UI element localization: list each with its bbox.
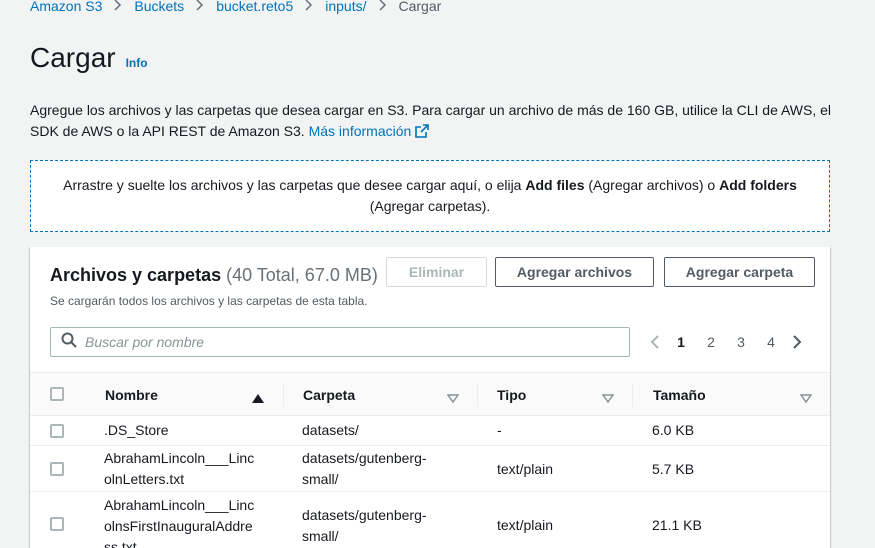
files-panel: Archivos y carpetas (40 Total, 67.0 MB) … bbox=[30, 247, 830, 548]
table-row[interactable]: .DS_Store datasets/ - 6.0 KB bbox=[30, 416, 830, 446]
cell-folder: datasets/ bbox=[302, 422, 359, 438]
drop-zone[interactable]: Arrastre y suelte los archivos y las car… bbox=[30, 160, 830, 232]
page-title: Cargar bbox=[30, 42, 116, 73]
description-text: Agregue los archivos y las carpetas que … bbox=[30, 102, 832, 139]
cell-folder-line-1: datasets/gutenberg- bbox=[302, 450, 427, 466]
chevron-right-icon bbox=[378, 0, 387, 14]
drop-zone-add-files: Add files bbox=[525, 177, 585, 193]
page-header: Cargar Info bbox=[30, 42, 148, 74]
table-row[interactable]: AbrahamLincoln___Linc olnLetters.txt dat… bbox=[30, 446, 830, 492]
drop-zone-add-folders: Add folders bbox=[719, 177, 797, 193]
breadcrumb-bucket[interactable]: bucket.reto5 bbox=[216, 0, 293, 14]
breadcrumb-inputs[interactable]: inputs/ bbox=[325, 0, 366, 14]
sort-icon[interactable] bbox=[601, 390, 615, 408]
cell-name-line-1: AbrahamLincoln___Linc bbox=[104, 450, 255, 466]
sort-icon[interactable] bbox=[799, 390, 813, 408]
files-panel-header: Archivos y carpetas (40 Total, 67.0 MB) bbox=[50, 265, 378, 286]
sort-ascending-icon[interactable] bbox=[252, 390, 264, 408]
files-panel-subtitle: Se cargarán todos los archivos y las car… bbox=[50, 294, 368, 308]
breadcrumb-buckets[interactable]: Buckets bbox=[134, 0, 184, 14]
drop-zone-text-2: (Agregar archivos) o bbox=[588, 177, 716, 193]
row-checkbox[interactable] bbox=[50, 424, 64, 438]
next-page-icon[interactable] bbox=[786, 330, 808, 354]
add-files-button[interactable]: Agregar archivos bbox=[495, 257, 654, 287]
breadcrumb: Amazon S3 Buckets bucket.reto5 inputs/ C… bbox=[30, 0, 441, 16]
cell-name-line-2: olnsFirstInauguralAddre bbox=[104, 518, 253, 534]
sort-icon[interactable] bbox=[446, 390, 460, 408]
column-folder[interactable]: Carpeta bbox=[303, 373, 355, 417]
cell-size: 6.0 KB bbox=[652, 422, 695, 438]
drop-zone-text-3: (Agregar carpetas). bbox=[369, 198, 491, 214]
page-description: Agregue los archivos y las carpetas que … bbox=[30, 100, 840, 144]
column-divider bbox=[632, 383, 633, 407]
column-divider bbox=[283, 383, 284, 407]
page-4[interactable]: 4 bbox=[756, 334, 786, 350]
cell-name-line-1: AbrahamLincoln___Linc bbox=[104, 497, 255, 513]
files-table: Nombre Carpeta Tipo Tamaño .DS_Store dat… bbox=[30, 372, 830, 548]
table-header: Nombre Carpeta Tipo Tamaño bbox=[30, 372, 830, 416]
breadcrumb-current: Cargar bbox=[398, 0, 442, 14]
cell-type: text/plain bbox=[497, 461, 554, 477]
remove-button[interactable]: Eliminar bbox=[386, 257, 487, 287]
column-name[interactable]: Nombre bbox=[105, 373, 158, 417]
previous-page-icon[interactable] bbox=[644, 330, 666, 354]
cell-size: 21.1 KB bbox=[652, 517, 702, 533]
cell-name-line-2: olnLetters.txt bbox=[104, 471, 185, 487]
files-panel-title: Archivos y carpetas bbox=[50, 265, 222, 285]
breadcrumb-amazon-s3[interactable]: Amazon S3 bbox=[30, 0, 102, 14]
cell-size: 5.7 KB bbox=[652, 461, 695, 477]
search-input[interactable] bbox=[85, 334, 605, 350]
cell-folder-line-1: datasets/gutenberg- bbox=[302, 507, 427, 523]
page-2[interactable]: 2 bbox=[696, 334, 726, 350]
more-info-link[interactable]: Más información bbox=[309, 123, 430, 139]
select-all-checkbox[interactable] bbox=[50, 387, 64, 401]
chevron-right-icon bbox=[305, 0, 313, 14]
files-count: (40 Total, 67.0 MB) bbox=[226, 265, 378, 285]
page-3[interactable]: 3 bbox=[726, 334, 756, 350]
page-1[interactable]: 1 bbox=[666, 334, 696, 350]
external-link-icon bbox=[415, 123, 430, 144]
search-box bbox=[50, 327, 630, 357]
cell-name: .DS_Store bbox=[104, 422, 169, 438]
chevron-right-icon bbox=[196, 0, 204, 14]
row-checkbox[interactable] bbox=[50, 517, 64, 531]
cell-name-line-3: ss.txt bbox=[104, 539, 137, 548]
table-row[interactable]: AbrahamLincoln___Linc olnsFirstInaugural… bbox=[30, 492, 830, 548]
info-link[interactable]: Info bbox=[126, 56, 148, 70]
cell-type: - bbox=[497, 422, 502, 438]
add-folder-button[interactable]: Agregar carpeta bbox=[664, 257, 815, 287]
drop-zone-text-1: Arrastre y suelte los archivos y las car… bbox=[63, 177, 522, 193]
column-size[interactable]: Tamaño bbox=[653, 373, 706, 417]
column-type[interactable]: Tipo bbox=[497, 373, 526, 417]
more-info-label: Más información bbox=[308, 123, 412, 139]
cell-folder-line-2: small/ bbox=[302, 528, 339, 544]
row-checkbox[interactable] bbox=[50, 462, 64, 476]
column-divider bbox=[477, 383, 478, 407]
chevron-right-icon bbox=[114, 0, 122, 14]
cell-type: text/plain bbox=[497, 517, 554, 533]
search-icon bbox=[61, 332, 77, 353]
cell-folder-line-2: small/ bbox=[302, 471, 339, 487]
drop-zone-text: Arrastre y suelte los archivos y las car… bbox=[61, 175, 799, 217]
pagination: 1 2 3 4 bbox=[644, 330, 808, 354]
